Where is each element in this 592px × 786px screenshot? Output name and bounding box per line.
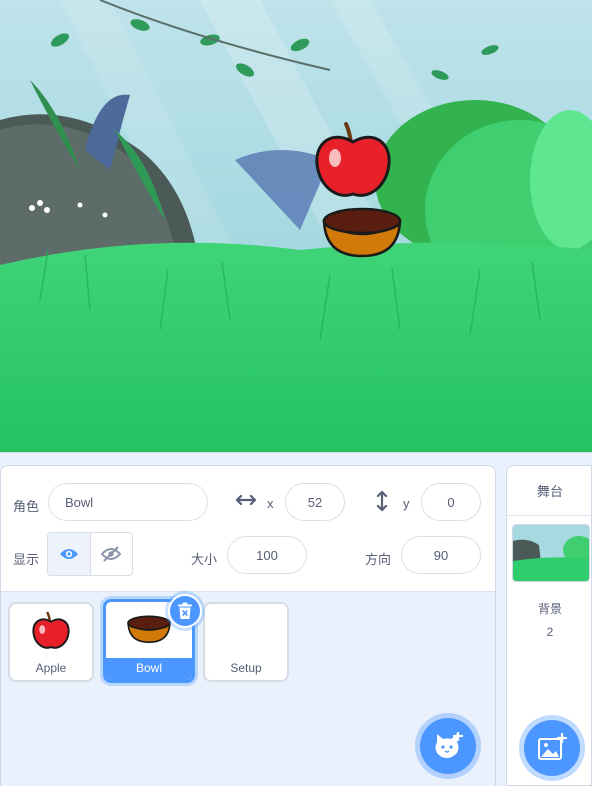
sprite-pane: 角色 Bowl x 52 y 0 显示 大小 100 方向 90 Apple B… <box>0 465 496 786</box>
show-button[interactable] <box>48 533 90 575</box>
add-sprite-button[interactable] <box>420 718 476 774</box>
stage-thumbnail[interactable] <box>512 524 590 582</box>
stage-pane-title: 舞台 <box>507 466 592 516</box>
direction-input[interactable]: 90 <box>401 536 481 574</box>
image-plus-icon <box>538 733 567 760</box>
size-input[interactable]: 100 <box>227 536 307 574</box>
size-label: 大小 <box>191 552 218 567</box>
stage-target-pane[interactable]: 舞台 背景 2 <box>506 465 592 786</box>
scratch-editor-bottom: 角色 Bowl x 52 y 0 显示 大小 100 方向 90 Apple B… <box>0 0 592 786</box>
delete-sprite-button[interactable] <box>168 594 202 628</box>
stage-backdrop <box>0 0 592 452</box>
visibility-toggle <box>47 532 133 576</box>
backdrops-count: 2 <box>546 625 554 639</box>
sprite-tile-label: Setup <box>230 661 262 675</box>
sprite-tile-label: Bowl <box>106 658 192 680</box>
sprite-name-input[interactable]: Bowl <box>48 483 208 521</box>
sprite-label: 角色 <box>13 499 40 514</box>
direction-label: 方向 <box>365 552 392 567</box>
apple-sprite[interactable] <box>313 120 393 202</box>
x-arrows-icon <box>235 492 257 513</box>
x-label: x <box>267 496 274 511</box>
apple-icon <box>10 604 92 658</box>
y-input[interactable]: 0 <box>421 483 481 521</box>
x-input[interactable]: 52 <box>285 483 345 521</box>
sprite-tile-setup[interactable]: Setup <box>203 602 289 682</box>
trash-icon <box>178 602 192 619</box>
add-backdrop-button[interactable] <box>524 720 580 776</box>
sprite-info-panel: 角色 Bowl x 52 y 0 显示 大小 100 方向 90 <box>1 466 495 592</box>
sprite-list: Apple Bowl Setup <box>1 592 495 786</box>
y-label: y <box>403 496 410 511</box>
cat-plus-icon <box>435 732 463 758</box>
show-label: 显示 <box>13 552 40 567</box>
stage[interactable] <box>0 0 592 453</box>
y-arrows-icon <box>375 490 389 517</box>
bowl-sprite[interactable] <box>322 206 402 258</box>
sprite-tile-label: Apple <box>35 661 67 675</box>
hide-button[interactable] <box>89 533 132 575</box>
sprite-tile-apple[interactable]: Apple <box>8 602 94 682</box>
eye-icon <box>59 549 78 559</box>
backdrops-label: 背景 <box>537 602 562 616</box>
eye-slash-icon <box>101 546 122 562</box>
